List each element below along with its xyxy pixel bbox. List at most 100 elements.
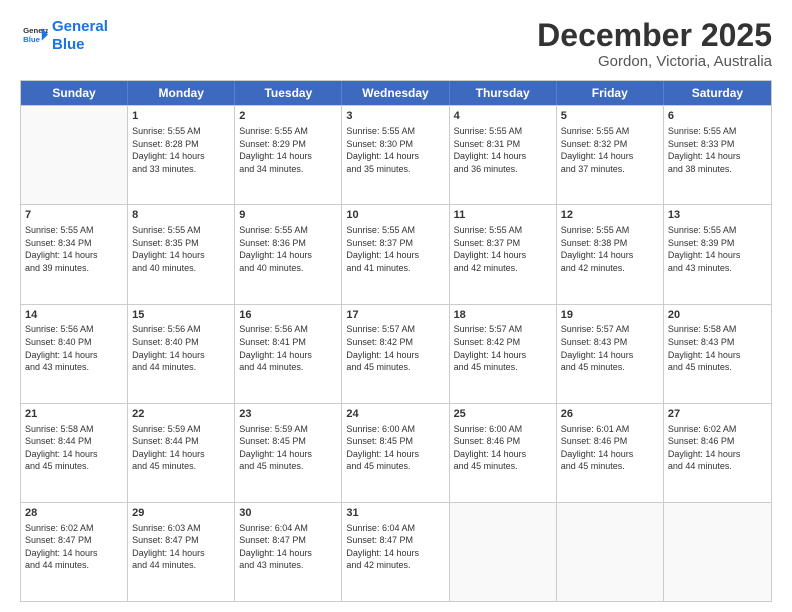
cell-info: Sunrise: 6:01 AM Sunset: 8:46 PM Dayligh… (561, 423, 659, 473)
week-row-4: 21Sunrise: 5:58 AM Sunset: 8:44 PM Dayli… (21, 403, 771, 502)
cell-info: Sunrise: 5:55 AM Sunset: 8:34 PM Dayligh… (25, 224, 123, 274)
week-row-2: 7Sunrise: 5:55 AM Sunset: 8:34 PM Daylig… (21, 204, 771, 303)
cell-info: Sunrise: 6:04 AM Sunset: 8:47 PM Dayligh… (346, 522, 444, 572)
header-day-saturday: Saturday (664, 81, 771, 105)
cell-info: Sunrise: 5:55 AM Sunset: 8:37 PM Dayligh… (346, 224, 444, 274)
cal-cell-1-1 (21, 106, 128, 204)
day-number: 24 (346, 407, 444, 422)
cell-info: Sunrise: 5:59 AM Sunset: 8:45 PM Dayligh… (239, 423, 337, 473)
day-number: 4 (454, 109, 552, 124)
day-number: 30 (239, 506, 337, 521)
header-day-monday: Monday (128, 81, 235, 105)
header-day-tuesday: Tuesday (235, 81, 342, 105)
cal-cell-4-3: 23Sunrise: 5:59 AM Sunset: 8:45 PM Dayli… (235, 404, 342, 502)
cell-info: Sunrise: 5:55 AM Sunset: 8:39 PM Dayligh… (668, 224, 767, 274)
cal-cell-1-6: 5Sunrise: 5:55 AM Sunset: 8:32 PM Daylig… (557, 106, 664, 204)
day-number: 16 (239, 308, 337, 323)
day-number: 7 (25, 208, 123, 223)
cal-cell-5-7 (664, 503, 771, 601)
logo: General Blue General Blue (20, 18, 108, 54)
header: General Blue General Blue December 2025 … (20, 18, 772, 70)
header-day-sunday: Sunday (21, 81, 128, 105)
cal-cell-2-7: 13Sunrise: 5:55 AM Sunset: 8:39 PM Dayli… (664, 205, 771, 303)
cal-cell-2-1: 7Sunrise: 5:55 AM Sunset: 8:34 PM Daylig… (21, 205, 128, 303)
cal-cell-3-6: 19Sunrise: 5:57 AM Sunset: 8:43 PM Dayli… (557, 305, 664, 403)
cell-info: Sunrise: 5:56 AM Sunset: 8:40 PM Dayligh… (25, 323, 123, 373)
cell-info: Sunrise: 5:58 AM Sunset: 8:43 PM Dayligh… (668, 323, 767, 373)
cal-cell-2-4: 10Sunrise: 5:55 AM Sunset: 8:37 PM Dayli… (342, 205, 449, 303)
header-day-thursday: Thursday (450, 81, 557, 105)
cal-cell-3-3: 16Sunrise: 5:56 AM Sunset: 8:41 PM Dayli… (235, 305, 342, 403)
cell-info: Sunrise: 6:02 AM Sunset: 8:47 PM Dayligh… (25, 522, 123, 572)
cal-cell-3-1: 14Sunrise: 5:56 AM Sunset: 8:40 PM Dayli… (21, 305, 128, 403)
cal-cell-3-7: 20Sunrise: 5:58 AM Sunset: 8:43 PM Dayli… (664, 305, 771, 403)
header-day-wednesday: Wednesday (342, 81, 449, 105)
day-number: 26 (561, 407, 659, 422)
day-number: 8 (132, 208, 230, 223)
page: General Blue General Blue December 2025 … (0, 0, 792, 612)
cal-cell-4-5: 25Sunrise: 6:00 AM Sunset: 8:46 PM Dayli… (450, 404, 557, 502)
day-number: 21 (25, 407, 123, 422)
day-number: 6 (668, 109, 767, 124)
logo-line1: General (52, 18, 108, 35)
day-number: 2 (239, 109, 337, 124)
subtitle: Gordon, Victoria, Australia (537, 53, 772, 70)
cal-cell-5-1: 28Sunrise: 6:02 AM Sunset: 8:47 PM Dayli… (21, 503, 128, 601)
cal-cell-5-4: 31Sunrise: 6:04 AM Sunset: 8:47 PM Dayli… (342, 503, 449, 601)
cell-info: Sunrise: 6:04 AM Sunset: 8:47 PM Dayligh… (239, 522, 337, 572)
cal-cell-4-2: 22Sunrise: 5:59 AM Sunset: 8:44 PM Dayli… (128, 404, 235, 502)
cell-info: Sunrise: 5:55 AM Sunset: 8:33 PM Dayligh… (668, 125, 767, 175)
cal-cell-1-7: 6Sunrise: 5:55 AM Sunset: 8:33 PM Daylig… (664, 106, 771, 204)
cal-cell-2-3: 9Sunrise: 5:55 AM Sunset: 8:36 PM Daylig… (235, 205, 342, 303)
week-row-5: 28Sunrise: 6:02 AM Sunset: 8:47 PM Dayli… (21, 502, 771, 601)
day-number: 31 (346, 506, 444, 521)
cal-cell-4-4: 24Sunrise: 6:00 AM Sunset: 8:45 PM Dayli… (342, 404, 449, 502)
cell-info: Sunrise: 5:55 AM Sunset: 8:37 PM Dayligh… (454, 224, 552, 274)
header-day-friday: Friday (557, 81, 664, 105)
cell-info: Sunrise: 5:56 AM Sunset: 8:40 PM Dayligh… (132, 323, 230, 373)
cal-cell-3-2: 15Sunrise: 5:56 AM Sunset: 8:40 PM Dayli… (128, 305, 235, 403)
logo-icon: General Blue (20, 22, 48, 50)
cal-cell-5-2: 29Sunrise: 6:03 AM Sunset: 8:47 PM Dayli… (128, 503, 235, 601)
cell-info: Sunrise: 5:55 AM Sunset: 8:31 PM Dayligh… (454, 125, 552, 175)
day-number: 5 (561, 109, 659, 124)
cell-info: Sunrise: 5:58 AM Sunset: 8:44 PM Dayligh… (25, 423, 123, 473)
day-number: 22 (132, 407, 230, 422)
cell-info: Sunrise: 5:55 AM Sunset: 8:30 PM Dayligh… (346, 125, 444, 175)
cal-cell-4-1: 21Sunrise: 5:58 AM Sunset: 8:44 PM Dayli… (21, 404, 128, 502)
cal-cell-4-7: 27Sunrise: 6:02 AM Sunset: 8:46 PM Dayli… (664, 404, 771, 502)
week-row-3: 14Sunrise: 5:56 AM Sunset: 8:40 PM Dayli… (21, 304, 771, 403)
day-number: 9 (239, 208, 337, 223)
cell-info: Sunrise: 5:55 AM Sunset: 8:29 PM Dayligh… (239, 125, 337, 175)
day-number: 17 (346, 308, 444, 323)
cell-info: Sunrise: 5:55 AM Sunset: 8:32 PM Dayligh… (561, 125, 659, 175)
cell-info: Sunrise: 5:55 AM Sunset: 8:35 PM Dayligh… (132, 224, 230, 274)
cal-cell-1-5: 4Sunrise: 5:55 AM Sunset: 8:31 PM Daylig… (450, 106, 557, 204)
day-number: 20 (668, 308, 767, 323)
cal-cell-2-5: 11Sunrise: 5:55 AM Sunset: 8:37 PM Dayli… (450, 205, 557, 303)
week-row-1: 1Sunrise: 5:55 AM Sunset: 8:28 PM Daylig… (21, 105, 771, 204)
calendar: SundayMondayTuesdayWednesdayThursdayFrid… (20, 80, 772, 602)
calendar-header: SundayMondayTuesdayWednesdayThursdayFrid… (21, 81, 771, 105)
day-number: 3 (346, 109, 444, 124)
cell-info: Sunrise: 6:00 AM Sunset: 8:46 PM Dayligh… (454, 423, 552, 473)
cell-info: Sunrise: 5:57 AM Sunset: 8:42 PM Dayligh… (454, 323, 552, 373)
day-number: 28 (25, 506, 123, 521)
day-number: 12 (561, 208, 659, 223)
cell-info: Sunrise: 6:03 AM Sunset: 8:47 PM Dayligh… (132, 522, 230, 572)
cell-info: Sunrise: 5:55 AM Sunset: 8:38 PM Dayligh… (561, 224, 659, 274)
day-number: 10 (346, 208, 444, 223)
cell-info: Sunrise: 5:55 AM Sunset: 8:36 PM Dayligh… (239, 224, 337, 274)
cal-cell-2-2: 8Sunrise: 5:55 AM Sunset: 8:35 PM Daylig… (128, 205, 235, 303)
cal-cell-1-3: 2Sunrise: 5:55 AM Sunset: 8:29 PM Daylig… (235, 106, 342, 204)
cell-info: Sunrise: 5:57 AM Sunset: 8:43 PM Dayligh… (561, 323, 659, 373)
day-number: 25 (454, 407, 552, 422)
day-number: 14 (25, 308, 123, 323)
day-number: 13 (668, 208, 767, 223)
cell-info: Sunrise: 6:02 AM Sunset: 8:46 PM Dayligh… (668, 423, 767, 473)
day-number: 29 (132, 506, 230, 521)
title-block: December 2025 Gordon, Victoria, Australi… (537, 18, 772, 70)
day-number: 15 (132, 308, 230, 323)
day-number: 1 (132, 109, 230, 124)
cell-info: Sunrise: 5:57 AM Sunset: 8:42 PM Dayligh… (346, 323, 444, 373)
